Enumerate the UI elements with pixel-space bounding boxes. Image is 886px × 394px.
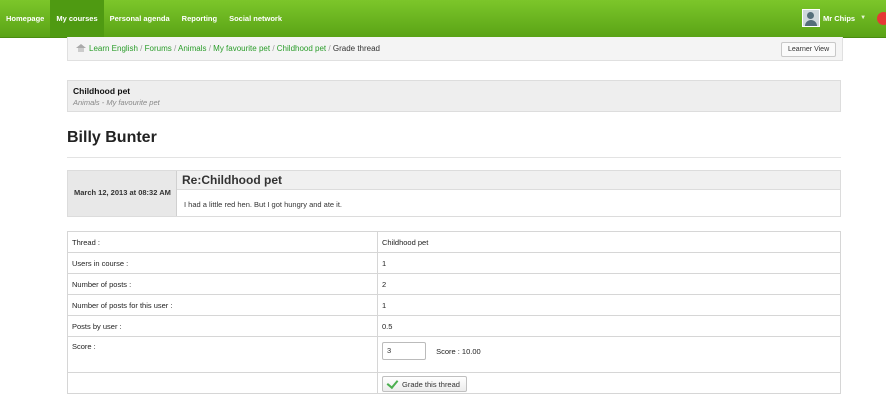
grade-thread-label: Grade this thread: [402, 379, 460, 389]
nav-reporting[interactable]: Reporting: [176, 0, 223, 37]
home-icon[interactable]: [76, 44, 86, 52]
breadcrumb-separator: /: [173, 44, 177, 53]
breadcrumb-current: Grade thread: [332, 44, 380, 53]
score-label: Score :: [67, 336, 378, 373]
table-row: Grade this thread: [67, 372, 841, 394]
post-date: March 12, 2013 at 08:32 AM: [74, 188, 171, 197]
post-date-cell: March 12, 2013 at 08:32 AM: [68, 171, 177, 216]
table-row: Number of posts : 2: [67, 273, 841, 295]
breadcrumb-separator: /: [328, 44, 331, 53]
user-posts-value: 1: [377, 294, 841, 316]
nav-my-courses[interactable]: My courses: [50, 0, 104, 37]
breadcrumb-forums[interactable]: Forums: [145, 44, 172, 53]
grade-thread-button[interactable]: Grade this thread: [382, 376, 467, 392]
thread-label: Thread :: [67, 231, 378, 253]
number-of-posts-value: 2: [377, 273, 841, 295]
thread-subtitle: Animals - My favourite pet: [73, 98, 160, 107]
user-menu[interactable]: Mr Chips ▼: [802, 9, 866, 27]
thread-value: Childhood pet: [377, 231, 841, 253]
main-nav: Homepage My courses Personal agenda Repo…: [0, 0, 288, 37]
post-title: Re:Childhood pet: [182, 173, 282, 187]
avatar-icon: [802, 9, 820, 27]
breadcrumb-separator: /: [272, 44, 275, 53]
breadcrumb-separator: /: [208, 44, 211, 53]
user-posts-label: Number of posts for this user :: [67, 294, 378, 316]
table-row: Score : 3 Score : 10.00: [67, 336, 841, 373]
score-result: Score : 10.00: [436, 346, 481, 356]
thread-title: Childhood pet: [73, 86, 131, 96]
top-navigation-bar: Homepage My courses Personal agenda Repo…: [0, 0, 886, 38]
empty-cell: [67, 372, 378, 394]
power-icon[interactable]: [877, 12, 886, 25]
nav-homepage[interactable]: Homepage: [0, 0, 50, 37]
user-name: Mr Chips: [823, 13, 856, 23]
post-title-bar: Re:Childhood pet: [177, 171, 840, 190]
breadcrumb-learn-english[interactable]: Learn English: [89, 44, 138, 53]
posts-by-user-label: Posts by user :: [67, 315, 378, 337]
number-of-posts-label: Number of posts :: [67, 273, 378, 295]
forum-post: March 12, 2013 at 08:32 AM Re:Childhood …: [67, 170, 841, 217]
breadcrumb-my-favourite-pet[interactable]: My favourite pet: [213, 44, 270, 53]
table-row: Users in course : 1: [67, 252, 841, 274]
thread-stats-table: Thread : Childhood pet Users in course :…: [67, 231, 841, 394]
breadcrumb-separator: /: [140, 44, 143, 53]
posts-by-user-value: 0.5: [377, 315, 841, 337]
breadcrumb-animals[interactable]: Animals: [178, 44, 206, 53]
learner-view-button[interactable]: Learner View: [781, 42, 837, 57]
chevron-down-icon: ▼: [860, 15, 867, 21]
nav-social-network[interactable]: Social network: [223, 0, 288, 37]
score-cell: 3 Score : 10.00: [377, 336, 841, 373]
score-input[interactable]: 3: [382, 342, 426, 360]
thread-header: Childhood pet Animals - My favourite pet: [67, 80, 841, 112]
page-title: Billy Bunter: [67, 129, 157, 146]
divider: [67, 157, 841, 158]
table-row: Posts by user : 0.5: [67, 315, 841, 337]
nav-personal-agenda[interactable]: Personal agenda: [104, 0, 176, 37]
table-row: Thread : Childhood pet: [67, 231, 841, 253]
breadcrumb-childhood-pet[interactable]: Childhood pet: [277, 44, 326, 53]
post-body: I had a little red hen. But I got hungry…: [184, 200, 343, 209]
grade-cell: Grade this thread: [377, 372, 841, 394]
users-in-course-value: 1: [377, 252, 841, 274]
breadcrumb-bar: Learn English / Forums / Animals / My fa…: [67, 37, 843, 61]
breadcrumb: Learn English / Forums / Animals / My fa…: [76, 37, 380, 60]
users-in-course-label: Users in course :: [67, 252, 378, 274]
table-row: Number of posts for this user : 1: [67, 294, 841, 316]
